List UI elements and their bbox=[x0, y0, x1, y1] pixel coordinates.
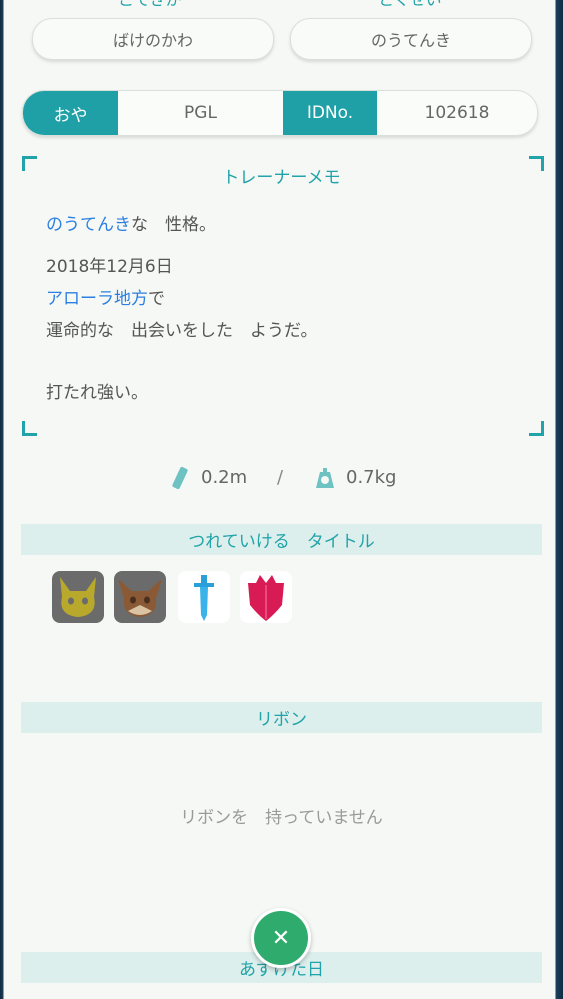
ability-label: とくせい bbox=[378, 0, 442, 10]
tab-ot[interactable]: おや bbox=[23, 91, 118, 135]
memo-nature-rest: な 性格。 bbox=[131, 215, 216, 235]
height-value: 0.2m bbox=[201, 467, 248, 488]
memo-date-line: 2018年12月6日 bbox=[46, 257, 173, 277]
size-separator: / bbox=[277, 467, 284, 488]
ribbons-section-header: リボン bbox=[21, 702, 542, 733]
memo-nature-highlight: のうてんき bbox=[46, 215, 131, 235]
memo-region-line: アローラ地方で bbox=[46, 284, 165, 309]
tab-pgl[interactable]: PGL bbox=[118, 91, 283, 135]
top-labels: こてきか とくせい bbox=[0, 0, 563, 9]
characteristic-value-button[interactable]: ばけのかわ bbox=[32, 18, 274, 60]
ruler-icon bbox=[172, 466, 188, 490]
memo-encounter-line: 運命的な 出会いをした ようだ。 bbox=[46, 321, 318, 341]
memo-corner-bottom-left bbox=[22, 421, 37, 436]
close-icon: ✕ bbox=[271, 925, 291, 951]
memo-region-rest: で bbox=[148, 289, 165, 309]
tab-idno-label: IDNo. bbox=[283, 91, 377, 135]
shield-badge-icon[interactable] bbox=[240, 571, 292, 623]
ability-value-button[interactable]: のうてんき bbox=[290, 18, 532, 60]
no-ribbons-message: リボンを 持っていません bbox=[180, 808, 383, 828]
weight-value: 0.7kg bbox=[346, 467, 397, 488]
close-button[interactable]: ✕ bbox=[251, 908, 311, 968]
eevee-badge-icon[interactable] bbox=[114, 571, 166, 623]
trainer-tab-bar: おや PGL IDNo. 102618 bbox=[22, 90, 538, 136]
characteristic-label: こてきか bbox=[118, 0, 182, 10]
scale-icon bbox=[316, 468, 334, 488]
trainer-memo-title: トレーナーメモ bbox=[222, 168, 341, 188]
memo-corner-bottom-right bbox=[529, 421, 544, 436]
sword-badge-icon[interactable] bbox=[178, 571, 230, 623]
size-row: 0.2m / 0.7kg bbox=[0, 462, 563, 494]
pikachu-badge-icon[interactable] bbox=[52, 571, 104, 623]
memo-nature-line: のうてんきな 性格。 bbox=[46, 210, 216, 235]
id-number-value: 102618 bbox=[424, 103, 490, 123]
titles-section-header: つれていける タイトル bbox=[21, 524, 542, 555]
memo-trait-line: 打たれ強い。 bbox=[46, 383, 148, 403]
memo-region-highlight: アローラ地方 bbox=[46, 289, 148, 309]
